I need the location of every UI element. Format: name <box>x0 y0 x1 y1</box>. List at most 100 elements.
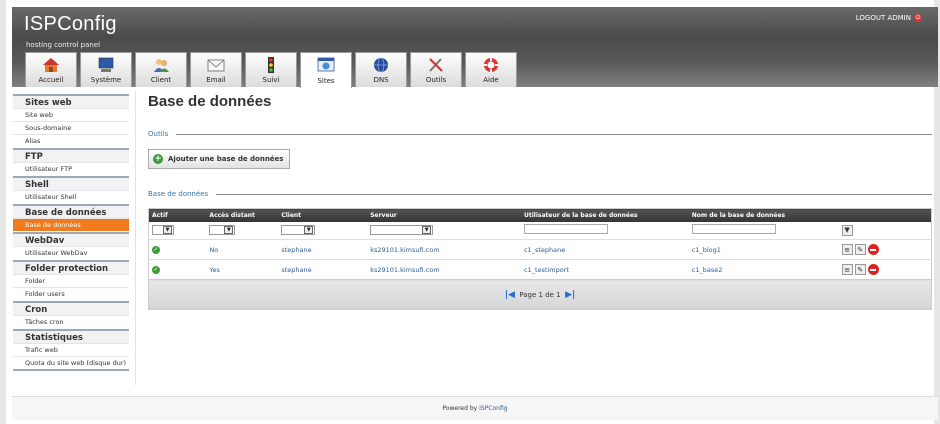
main-tabs: Accueil Système Client Email Suivi Sites <box>25 52 517 88</box>
tab-outils[interactable]: Outils <box>410 52 462 87</box>
add-database-label: Ajouter une base de données <box>168 155 284 163</box>
power-icon: ⏻ <box>914 14 922 22</box>
app-frame: ISPConfig hosting control panel LOGOUT A… <box>0 0 940 424</box>
tools-legend: Outils <box>148 130 169 138</box>
tab-accueil[interactable]: Accueil <box>25 52 77 87</box>
footer: Powered by ISPConfig <box>12 396 938 420</box>
sidebar-item-base-de-donnees[interactable]: Base de données <box>13 218 129 231</box>
table-header: Actif Accès distant Client Serveur Utili… <box>148 208 932 222</box>
sidebar-item-folder-users[interactable]: Folder users <box>13 287 129 300</box>
tab-suivi[interactable]: Suivi <box>245 52 297 87</box>
cell-utilisateur[interactable]: c1_stephane <box>520 239 689 260</box>
cell-utilisateur[interactable]: c1_testimport <box>520 259 689 280</box>
lifebuoy-icon <box>484 58 498 72</box>
database-table: Actif Accès distant Client Serveur Utili… <box>148 208 932 310</box>
traffic-light-icon <box>268 57 274 73</box>
check-icon: ✓ <box>152 266 160 274</box>
sidebar-item-quota-site-web[interactable]: Quota du site web (disque dur) <box>13 356 129 369</box>
tab-systeme[interactable]: Système <box>80 52 132 87</box>
sidebar-item-taches-cron[interactable]: Tâches cron <box>13 315 129 328</box>
filter-nom-base-input[interactable] <box>691 224 776 235</box>
cell-serveur[interactable]: ks29101.kimsufi.com <box>367 259 521 280</box>
logout-label: LOGOUT ADMIN <box>855 14 911 22</box>
sidebar-item-trafic-web[interactable]: Trafic web <box>13 343 129 356</box>
sidebar-section-webdav: WebDav <box>13 232 129 246</box>
cell-acces-distant[interactable]: No <box>206 239 279 260</box>
column-header-utilisateur[interactable]: Utilisateur de la base de données <box>520 208 689 222</box>
last-page-icon[interactable]: ▶| <box>565 290 575 300</box>
delete-icon[interactable] <box>867 264 879 275</box>
tab-label: Client <box>150 76 172 84</box>
filter-acces-distant-select[interactable]: ▼ <box>209 225 236 236</box>
filter-actif-select[interactable]: ▼ <box>152 225 174 236</box>
cell-acces-distant[interactable]: Yes <box>206 259 279 280</box>
logout-link[interactable]: LOGOUT ADMIN ⏻ <box>856 14 922 22</box>
column-header-acces-distant[interactable]: Accès distant <box>206 208 279 222</box>
sidebar-separator <box>135 91 136 385</box>
monitor-icon <box>98 57 114 72</box>
column-header-actions <box>838 208 932 222</box>
sidebar-item-folder[interactable]: Folder <box>13 274 129 287</box>
tab-label: DNS <box>373 76 389 84</box>
tab-label: Accueil <box>38 76 64 84</box>
envelope-icon <box>207 59 225 72</box>
main-content: Base de données Outils + Ajouter une bas… <box>148 93 932 310</box>
delete-icon[interactable] <box>867 244 879 255</box>
cell-client[interactable]: stephane <box>278 239 368 260</box>
divider <box>176 133 932 135</box>
users-icon <box>154 59 169 72</box>
column-header-serveur[interactable]: Serveur <box>367 208 521 222</box>
chevron-down-icon: ▼ <box>224 226 234 235</box>
cell-nom-base[interactable]: c1_base2 <box>688 259 839 280</box>
edit-wrench-icon[interactable]: ✎ <box>854 264 866 275</box>
sidebar-section-shell: Shell <box>13 176 129 190</box>
filter-row: ▼ ▼ ▼ ▼ ▼ <box>148 221 932 240</box>
filter-utilisateur-input[interactable] <box>523 224 608 235</box>
chevron-down-icon: ▼ <box>163 226 172 235</box>
home-icon <box>43 58 59 72</box>
column-header-nom-base[interactable]: Nom de la base de données <box>688 208 839 222</box>
column-header-actif[interactable]: Actif <box>148 208 207 222</box>
footer-link[interactable]: ISPConfig <box>479 405 507 412</box>
sidebar-item-utilisateur-webdav[interactable]: Utilisateur WebDav <box>13 246 129 259</box>
tab-label: Email <box>206 76 226 84</box>
tools-icon <box>429 58 443 72</box>
tab-client[interactable]: Client <box>135 52 187 87</box>
web-sites-icon <box>317 57 335 72</box>
sidebar-item-site-web[interactable]: Site web <box>13 108 129 121</box>
pager-row: |◀ Page 1 de 1 ▶| <box>148 279 932 310</box>
column-header-client[interactable]: Client <box>278 208 368 222</box>
tab-dns[interactable]: DNS <box>355 52 407 87</box>
sidebar-section-statistiques: Statistiques <box>13 329 129 343</box>
cell-serveur[interactable]: ks29101.kimsufi.com <box>367 239 521 260</box>
tab-aide[interactable]: Aide <box>465 52 517 87</box>
details-icon[interactable]: ≡ <box>841 244 853 255</box>
details-icon[interactable]: ≡ <box>841 264 853 275</box>
chevron-down-icon: ▼ <box>304 226 314 235</box>
first-page-icon[interactable]: |◀ <box>505 290 515 300</box>
divider <box>216 193 932 195</box>
tab-sites[interactable]: Sites <box>300 52 352 88</box>
add-database-button[interactable]: + Ajouter une base de données <box>148 149 291 169</box>
sidebar-item-utilisateur-shell[interactable]: Utilisateur Shell <box>13 190 129 203</box>
list-fieldset: Base de données <box>148 190 932 198</box>
tab-email[interactable]: Email <box>190 52 242 87</box>
pager-label: Page 1 de 1 <box>519 290 561 299</box>
table-row[interactable]: ✓ No stephane ks29101.kimsufi.com c1_ste… <box>148 239 932 260</box>
filter-client-select[interactable]: ▼ <box>281 225 316 236</box>
tab-label: Aide <box>483 76 499 84</box>
sidebar-section-base-de-donnees: Base de données <box>13 204 129 218</box>
cell-client[interactable]: stephane <box>278 259 368 280</box>
filter-serveur-select[interactable]: ▼ <box>370 225 434 236</box>
sidebar-item-utilisateur-ftp[interactable]: Utilisateur FTP <box>13 162 129 175</box>
cell-nom-base[interactable]: c1_blog1 <box>688 239 839 260</box>
app-logo[interactable]: ISPConfig <box>24 13 117 36</box>
edit-wrench-icon[interactable]: ✎ <box>854 244 866 255</box>
sidebar-section-ftp: FTP <box>13 148 129 162</box>
sidebar-section-cron: Cron <box>13 301 129 315</box>
table-row[interactable]: ✓ Yes stephane ks29101.kimsufi.com c1_te… <box>148 259 932 280</box>
sidebar: Sites web Site web Sous-domaine Alias FT… <box>13 93 129 371</box>
sidebar-item-alias[interactable]: Alias <box>13 134 129 147</box>
sidebar-item-sous-domaine[interactable]: Sous-domaine <box>13 121 129 134</box>
filter-icon[interactable]: ▼ <box>841 224 853 236</box>
